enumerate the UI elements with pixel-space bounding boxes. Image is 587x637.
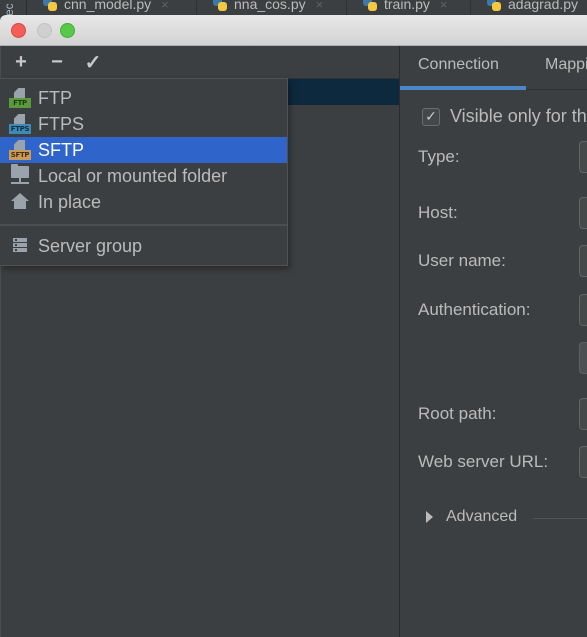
project-side-label[interactable]: ec — [2, 0, 16, 16]
zoom-window-button[interactable] — [60, 23, 75, 38]
visible-only-label: Visible only for this project — [450, 106, 587, 126]
visible-only-checkbox[interactable]: ✓ — [422, 107, 440, 126]
root-path-label: Root path: — [418, 404, 497, 423]
menu-item-sftp[interactable]: SFTP SFTP — [0, 137, 287, 163]
connection-settings-panel: Connection Mappings ✓ Visible only for t… — [400, 46, 587, 637]
set-default-button[interactable]: ✓ — [82, 51, 104, 74]
tab-connection[interactable]: Connection — [418, 56, 499, 74]
minimize-window-button[interactable] — [37, 23, 52, 38]
python-file-icon — [212, 0, 228, 12]
menu-item-ftps[interactable]: FTPS FTPS — [0, 111, 287, 137]
ftp-icon: FTP — [9, 87, 31, 109]
menu-item-local-folder[interactable]: Local or mounted folder — [0, 163, 287, 189]
web-server-url-input[interactable] — [579, 446, 587, 478]
user-name-input[interactable] — [579, 245, 587, 277]
host-input[interactable] — [579, 197, 587, 229]
add-server-menu: FTP FTP FTPS FTPS SFTP SFTP Local or mou… — [0, 78, 288, 266]
editor-tab-strip: ec cnn_model.py × nna_cos.py × train.py … — [0, 0, 587, 16]
deployment-dialog: ec cnn_model.py × nna_cos.py × train.py … — [0, 0, 587, 637]
editor-tab[interactable]: train.py × — [346, 0, 448, 16]
plus-icon: + — [15, 50, 27, 73]
home-icon — [9, 191, 31, 213]
close-window-button[interactable] — [11, 23, 26, 38]
add-server-button[interactable]: + — [10, 51, 32, 73]
menu-item-label: SFTP — [38, 139, 85, 160]
python-file-icon — [486, 0, 502, 12]
active-tab-indicator — [400, 86, 526, 90]
menu-item-ftp[interactable]: FTP FTP — [0, 85, 287, 111]
section-divider — [533, 518, 587, 519]
checkmark-icon: ✓ — [84, 51, 102, 74]
menu-item-label: FTP — [38, 87, 72, 108]
dialog-title-bar — [0, 15, 587, 46]
host-label: Host: — [418, 203, 458, 222]
root-path-input[interactable] — [579, 398, 587, 430]
advanced-label: Advanced — [446, 508, 518, 525]
editor-tab-label: cnn_model.py — [64, 0, 152, 12]
folder-network-icon — [9, 164, 31, 187]
visible-only-checkbox-row[interactable]: ✓ Visible only for this project — [422, 106, 587, 127]
ftps-icon: FTPS — [9, 113, 31, 135]
type-label: Type: — [418, 147, 460, 166]
menu-item-label: In place — [38, 191, 102, 212]
advanced-section-toggle[interactable]: Advanced — [426, 508, 517, 526]
menu-item-label: Server group — [38, 235, 143, 256]
editor-tab[interactable]: nna_cos.py × — [196, 0, 323, 16]
close-icon[interactable]: × — [316, 0, 324, 12]
close-icon[interactable]: × — [440, 0, 448, 12]
authentication-select[interactable] — [579, 294, 587, 326]
python-file-icon — [362, 0, 378, 12]
editor-tab[interactable]: cnn_model.py × — [26, 0, 169, 16]
selected-server-row[interactable] — [288, 79, 400, 105]
menu-item-label: FTPS — [38, 113, 85, 134]
remove-server-button[interactable]: − — [46, 51, 68, 73]
python-file-icon — [42, 0, 58, 12]
minus-icon: − — [51, 50, 63, 73]
sftp-icon: SFTP — [9, 139, 31, 161]
menu-item-label: Local or mounted folder — [38, 165, 228, 186]
authentication-label: Authentication: — [418, 300, 531, 319]
expand-triangle-icon — [426, 511, 433, 523]
authentication-secondary-field[interactable] — [579, 342, 587, 374]
editor-tab-label: nna_cos.py — [234, 0, 306, 12]
menu-item-server-group[interactable]: Server group — [0, 233, 287, 259]
server-group-icon — [9, 235, 31, 257]
web-server-url-label: Web server URL: — [418, 452, 549, 471]
editor-tab-label: adagrad.py — [508, 0, 579, 12]
settings-tabs: Connection Mappings — [400, 46, 587, 90]
tab-mappings[interactable]: Mappings — [545, 56, 587, 74]
editor-tab-label: train.py — [384, 0, 430, 12]
user-name-label: User name: — [418, 251, 506, 270]
editor-tab[interactable]: adagrad.py — [470, 0, 578, 16]
type-select[interactable] — [579, 141, 587, 173]
menu-item-in-place[interactable]: In place — [0, 189, 287, 215]
close-icon[interactable]: × — [161, 0, 169, 12]
menu-separator — [0, 224, 287, 226]
server-list-toolbar: + − ✓ — [1, 46, 400, 79]
